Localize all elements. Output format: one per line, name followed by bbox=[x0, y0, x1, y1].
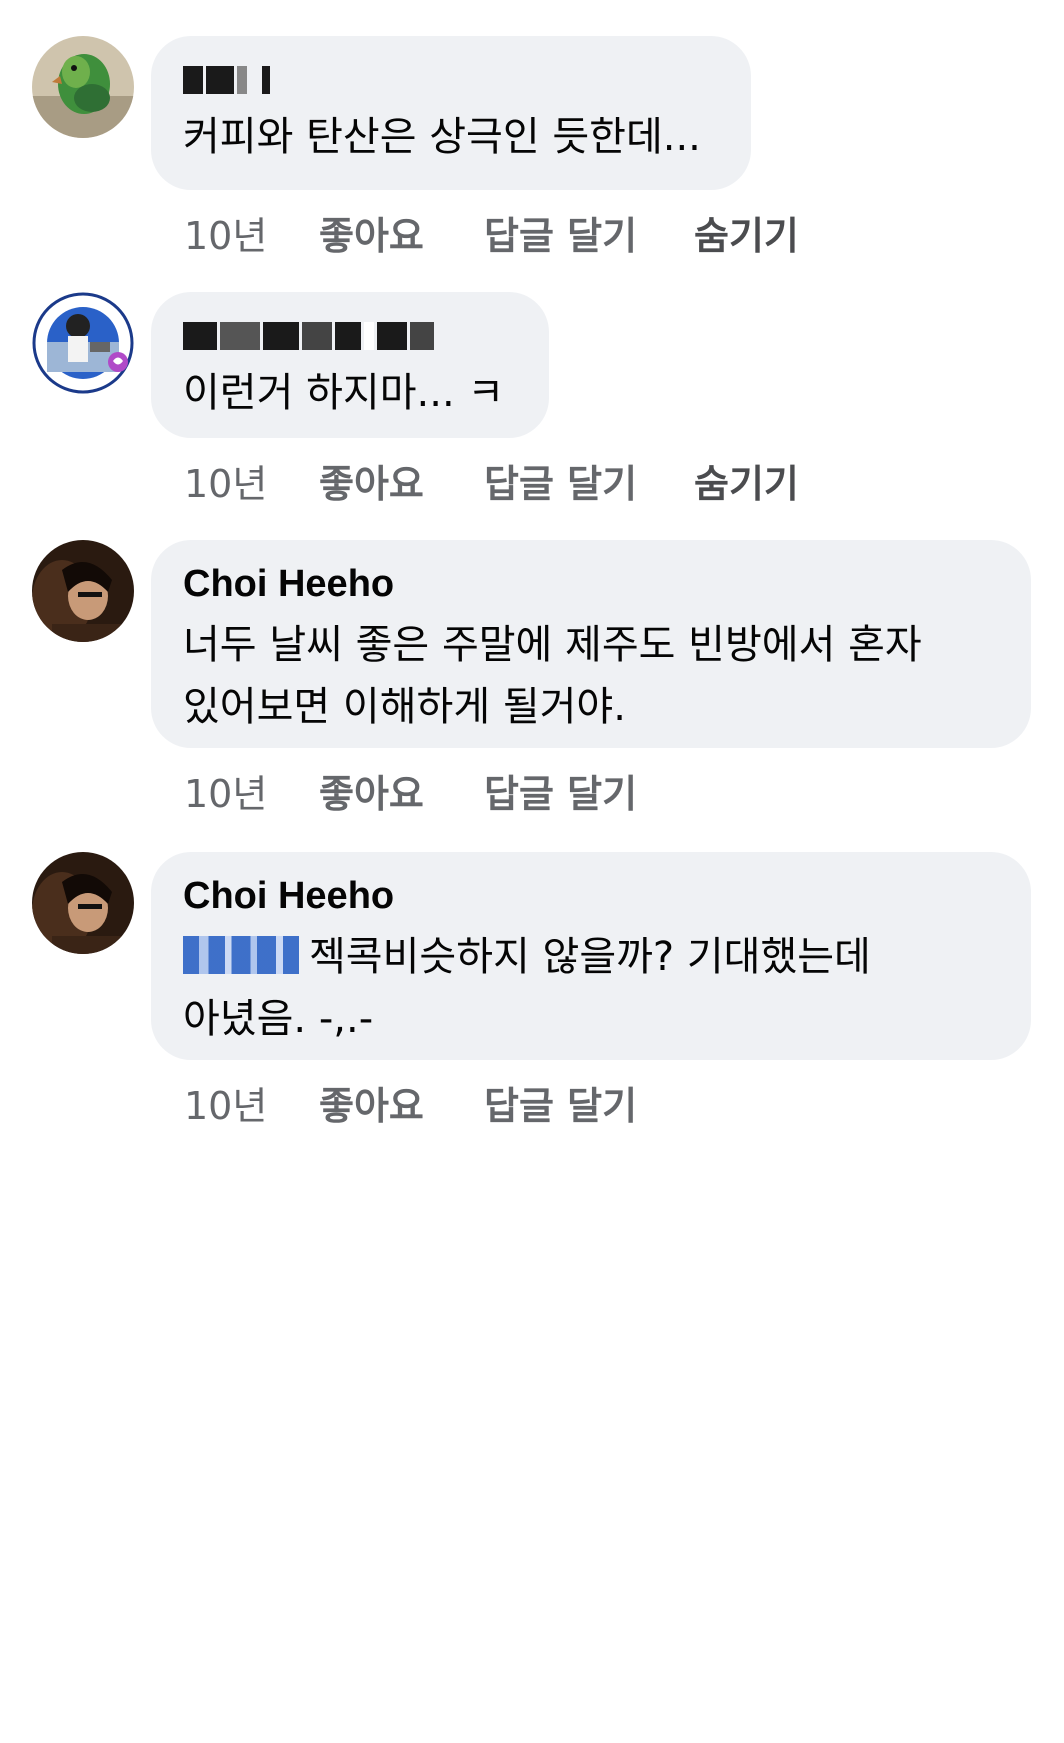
comment-timestamp[interactable]: 10년 bbox=[184, 462, 319, 506]
like-button[interactable]: 좋아요 bbox=[319, 772, 484, 816]
author-name-obscured[interactable] bbox=[183, 314, 517, 358]
like-button[interactable]: 좋아요 bbox=[319, 1084, 484, 1128]
comment-actions: 10년 좋아요 답글 달기 숨기기 bbox=[184, 462, 799, 506]
comment-actions: 10년 좋아요 답글 달기 숨기기 bbox=[184, 214, 799, 258]
comment-bubble: Choi Heeho 너두 날씨 좋은 주말에 제주도 빈방에서 혼자 있어보면… bbox=[151, 540, 1031, 748]
comment-timestamp[interactable]: 10년 bbox=[184, 772, 319, 816]
comment-actions: 10년 좋아요 답글 달기 bbox=[184, 772, 694, 816]
avatar[interactable] bbox=[32, 540, 134, 642]
person-avatar-image bbox=[32, 540, 134, 642]
comment-text: 너두 날씨 좋은 주말에 제주도 빈방에서 혼자 있어보면 이해하게 될거야. bbox=[183, 614, 999, 738]
avatar[interactable] bbox=[32, 36, 134, 138]
comment-timestamp[interactable]: 10년 bbox=[184, 214, 319, 258]
avatar[interactable] bbox=[32, 852, 134, 954]
comment-text: 커피와 탄산은 상극인 듯한데... bbox=[183, 114, 701, 160]
comment-text-line: 있어보면 이해하게 될거야. bbox=[183, 684, 626, 730]
comment-bubble: Choi Heeho 젝콕비슷하지 않을까? 기대했는데 아녔음. -,.- bbox=[151, 852, 1031, 1060]
comment-text-line: 아녔음. -,.- bbox=[183, 996, 374, 1042]
mention-tag-obscured[interactable] bbox=[183, 936, 299, 974]
like-button[interactable]: 좋아요 bbox=[319, 462, 484, 506]
comment-text-segment: 젝콕비슷하지 않을까? 기대했는데 bbox=[309, 934, 871, 980]
comment-text: 젝콕비슷하지 않을까? 기대했는데 아녔음. -,.- bbox=[183, 926, 999, 1050]
reply-button[interactable]: 답글 달기 bbox=[484, 772, 694, 816]
hide-button[interactable]: 숨기기 bbox=[694, 462, 799, 506]
comment-text-line: 젝콕비슷하지 않을까? 기대했는데 bbox=[183, 926, 999, 988]
like-button[interactable]: 좋아요 bbox=[319, 214, 484, 258]
author-name[interactable]: Choi Heeho bbox=[183, 874, 999, 918]
avatar[interactable] bbox=[32, 292, 134, 394]
reply-button[interactable]: 답글 달기 bbox=[484, 214, 694, 258]
comment-bubble: 이런거 하지마... ㅋ bbox=[151, 292, 549, 438]
profile-frame-avatar-image bbox=[32, 292, 134, 394]
author-name[interactable]: Choi Heeho bbox=[183, 562, 999, 606]
reply-button[interactable]: 답글 달기 bbox=[484, 462, 694, 506]
author-name-obscured[interactable] bbox=[183, 58, 719, 102]
parrot-avatar-image bbox=[32, 36, 134, 138]
comment-text-line: 너두 날씨 좋은 주말에 제주도 빈방에서 혼자 bbox=[183, 622, 922, 668]
comment-text: 이런거 하지마... ㅋ bbox=[183, 370, 505, 416]
reply-button[interactable]: 답글 달기 bbox=[484, 1084, 694, 1128]
comment-bubble: 커피와 탄산은 상극인 듯한데... bbox=[151, 36, 751, 190]
person-avatar-image bbox=[32, 852, 134, 954]
hide-button[interactable]: 숨기기 bbox=[694, 214, 799, 258]
comment-timestamp[interactable]: 10년 bbox=[184, 1084, 319, 1128]
comment-actions: 10년 좋아요 답글 달기 bbox=[184, 1084, 694, 1128]
